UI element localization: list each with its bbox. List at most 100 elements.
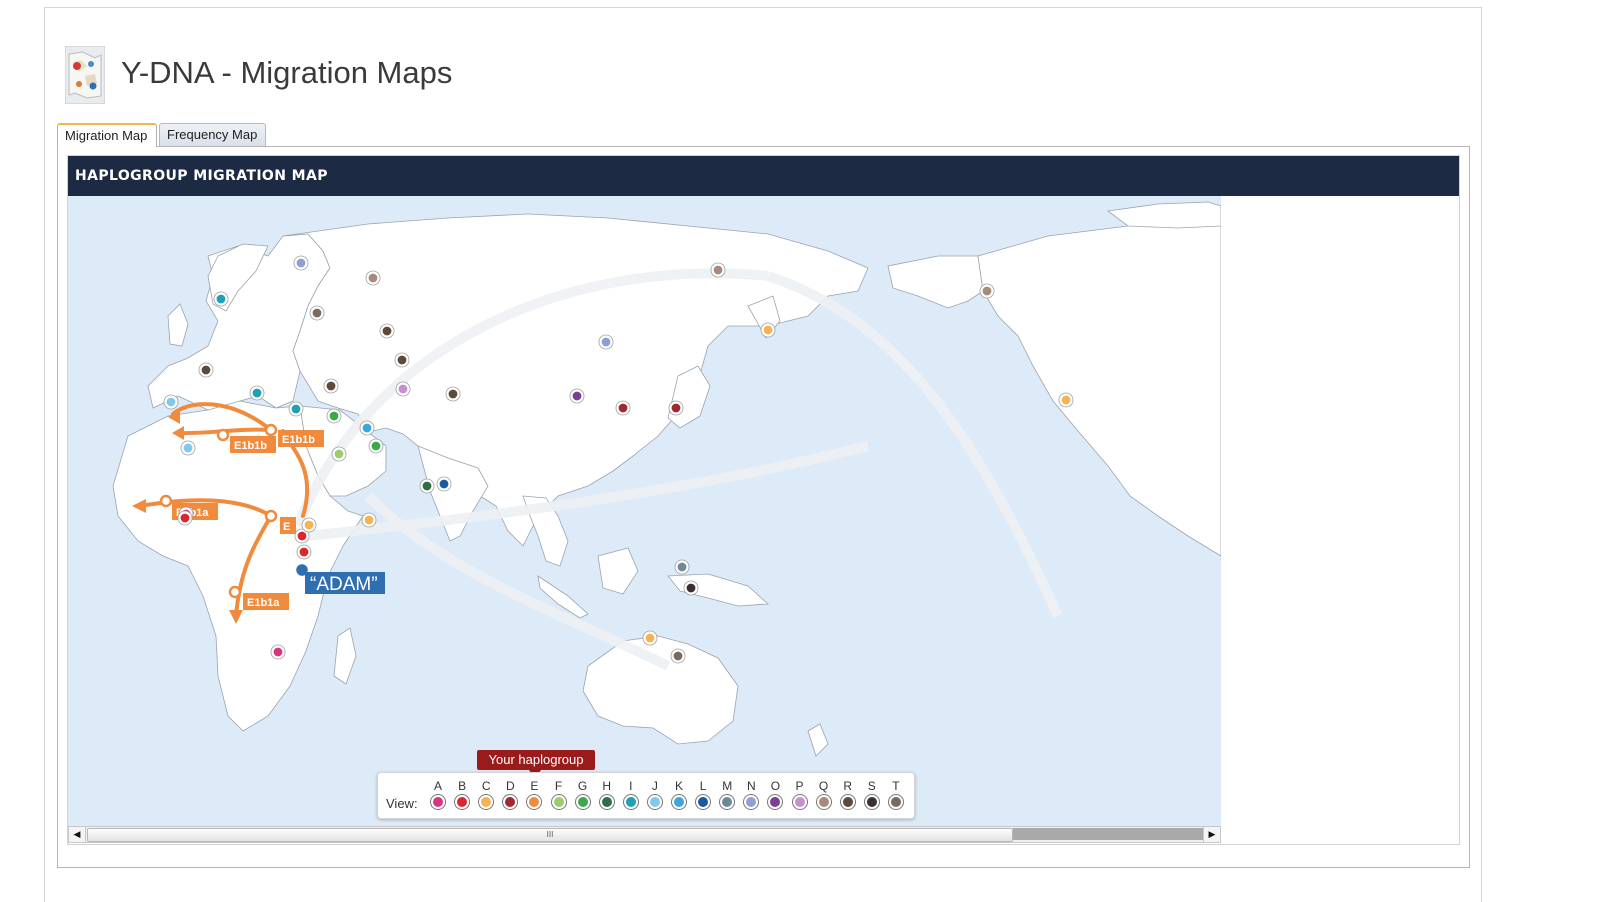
haplogroup-toggle-h[interactable]: H <box>597 780 617 809</box>
haplogroup-dot-icon[interactable] <box>792 795 807 809</box>
haplogroup-toggle-g[interactable]: G <box>573 780 593 809</box>
haplogroup-toggle-p[interactable]: P <box>790 780 810 809</box>
haplogroup-dot-icon[interactable] <box>816 795 831 809</box>
haplogroup-dot-icon[interactable] <box>696 795 711 809</box>
haplogroup-toggle-k[interactable]: K <box>669 780 689 809</box>
haplogroup-toggle-b[interactable]: B <box>452 780 472 809</box>
haplogroup-marker-j[interactable] <box>164 395 178 409</box>
haplogroup-dot-icon[interactable] <box>575 795 590 809</box>
haplogroup-dot-icon[interactable] <box>744 795 759 809</box>
haplogroup-toggle-f[interactable]: F <box>549 780 569 809</box>
land-arctic-islands <box>1106 201 1221 229</box>
scrollbar-thumb[interactable]: III <box>87 828 1013 842</box>
haplogroup-dot-icon[interactable] <box>672 795 686 809</box>
haplogroup-dot-icon[interactable] <box>455 795 470 809</box>
tab-frequency-map[interactable]: Frequency Map <box>159 123 266 146</box>
haplogroup-marker-n[interactable] <box>599 335 613 349</box>
haplogroup-dot-icon[interactable] <box>551 795 566 809</box>
haplogroup-marker-d[interactable] <box>616 401 630 415</box>
haplogroup-marker-k[interactable] <box>360 421 374 435</box>
scroll-left-arrow-icon[interactable]: ◀ <box>69 827 86 842</box>
haplogroup-toggle-s[interactable]: S <box>862 780 882 809</box>
haplogroup-marker-i[interactable] <box>214 292 228 306</box>
map-header: HAPLOGROUP MIGRATION MAP <box>68 156 1459 196</box>
haplogroup-marker-p[interactable] <box>396 382 410 396</box>
haplogroup-marker-j[interactable] <box>181 441 195 455</box>
haplogroup-marker-r[interactable] <box>446 387 460 401</box>
haplogroup-marker-i[interactable] <box>250 386 264 400</box>
haplogroup-marker-c[interactable] <box>761 323 775 337</box>
haplogroup-dot-icon[interactable] <box>888 795 903 809</box>
haplogroup-marker-f[interactable] <box>332 447 346 461</box>
haplogroup-letter: O <box>770 779 781 793</box>
haplogroup-marker-l[interactable] <box>437 477 451 491</box>
haplogroup-dot-icon[interactable] <box>864 795 879 809</box>
haplogroup-marker-c[interactable] <box>362 513 376 527</box>
haplogroup-marker-r[interactable] <box>324 379 338 393</box>
haplogroup-marker-t[interactable] <box>310 306 324 320</box>
legend-view-label: View: <box>386 796 418 811</box>
haplogroup-toggle-n[interactable]: N <box>741 780 761 809</box>
haplogroup-marker-d[interactable] <box>669 401 683 415</box>
haplogroup-dot-icon[interactable] <box>503 795 518 809</box>
haplogroup-marker-q[interactable] <box>980 284 994 298</box>
haplogroup-toggle-a[interactable]: A <box>428 780 448 809</box>
scrollbar-track[interactable] <box>1013 828 1203 840</box>
tab-migration-map[interactable]: Migration Map <box>57 123 157 147</box>
haplogroup-marker-g[interactable] <box>327 409 341 423</box>
haplogroup-dot-icon[interactable] <box>431 795 445 809</box>
haplogroup-marker-b[interactable] <box>178 511 192 525</box>
your-haplogroup-tag: Your haplogroup <box>477 750 595 770</box>
haplogroup-toggle-m[interactable]: M <box>717 780 737 809</box>
haplogroup-marker-c[interactable] <box>643 631 657 645</box>
haplogroup-marker-c[interactable] <box>302 518 316 532</box>
haplogroup-marker-q[interactable] <box>711 263 725 277</box>
land-borneo <box>597 547 639 595</box>
haplogroup-letter: L <box>699 779 707 793</box>
haplogroup-letter: S <box>867 779 876 793</box>
haplogroup-toggle-j[interactable]: J <box>645 780 665 809</box>
haplogroup-marker-a[interactable] <box>271 645 285 659</box>
haplogroup-toggle-e[interactable]: E <box>524 780 544 809</box>
haplogroup-dot-icon[interactable] <box>720 795 735 809</box>
haplogroup-dot-icon[interactable] <box>599 795 614 809</box>
haplogroup-legend: View: A BCD E FGH I J K L MNOPQRS T <box>377 772 915 819</box>
haplogroup-marker-h[interactable] <box>420 479 434 493</box>
haplogroup-toggle-c[interactable]: C <box>476 780 496 809</box>
haplogroup-marker-g[interactable] <box>369 439 383 453</box>
haplogroup-toggle-t[interactable]: T <box>886 780 906 809</box>
haplogroup-marker-b[interactable] <box>297 545 311 559</box>
world-map-svg: E1b1b E1b1b E1b1a E1b1a E “ADAM” <box>112 201 1221 757</box>
haplogroup-dot-icon[interactable] <box>647 795 662 809</box>
haplogroup-marker-n[interactable] <box>294 256 308 270</box>
haplogroup-marker-b[interactable] <box>295 529 309 543</box>
haplogroup-toggle-q[interactable]: Q <box>814 780 834 809</box>
haplogroup-toggle-o[interactable]: O <box>765 780 785 809</box>
haplogroup-marker-m[interactable] <box>675 560 689 574</box>
haplogroup-dot-icon[interactable] <box>527 795 542 809</box>
horizontal-scrollbar[interactable]: ◀ III ▶ <box>68 826 1221 843</box>
haplogroup-marker-r[interactable] <box>199 363 213 377</box>
haplogroup-marker-r[interactable] <box>395 353 409 367</box>
haplogroup-marker-t[interactable] <box>671 649 685 663</box>
world-map[interactable]: E1b1b E1b1b E1b1a E1b1a E “ADAM” <box>68 196 1221 826</box>
haplogroup-marker-s[interactable] <box>684 581 698 595</box>
haplogroup-letter: H <box>602 779 612 793</box>
haplogroup-marker-i[interactable] <box>289 402 303 416</box>
haplogroup-toggle-d[interactable]: D <box>500 780 520 809</box>
migration-label: E1b1a <box>247 597 280 609</box>
scroll-right-arrow-icon[interactable]: ▶ <box>1203 827 1220 842</box>
haplogroup-dot-icon[interactable] <box>479 795 494 809</box>
haplogroup-dot-icon[interactable] <box>768 795 783 809</box>
haplogroup-marker-q[interactable] <box>366 271 380 285</box>
haplogroup-marker-o[interactable] <box>570 389 584 403</box>
haplogroup-marker-r[interactable] <box>380 324 394 338</box>
haplogroup-marker-c[interactable] <box>1059 393 1073 407</box>
haplogroup-toggle-l[interactable]: L <box>693 780 713 809</box>
haplogroup-dot-icon[interactable] <box>840 795 855 809</box>
haplogroup-toggle-i[interactable]: I <box>621 780 641 809</box>
haplogroup-dot-icon[interactable] <box>623 795 638 809</box>
haplogroup-toggle-r[interactable]: R <box>838 780 858 809</box>
land-north-america <box>977 215 1221 557</box>
haplogroup-letter: E <box>530 779 539 793</box>
